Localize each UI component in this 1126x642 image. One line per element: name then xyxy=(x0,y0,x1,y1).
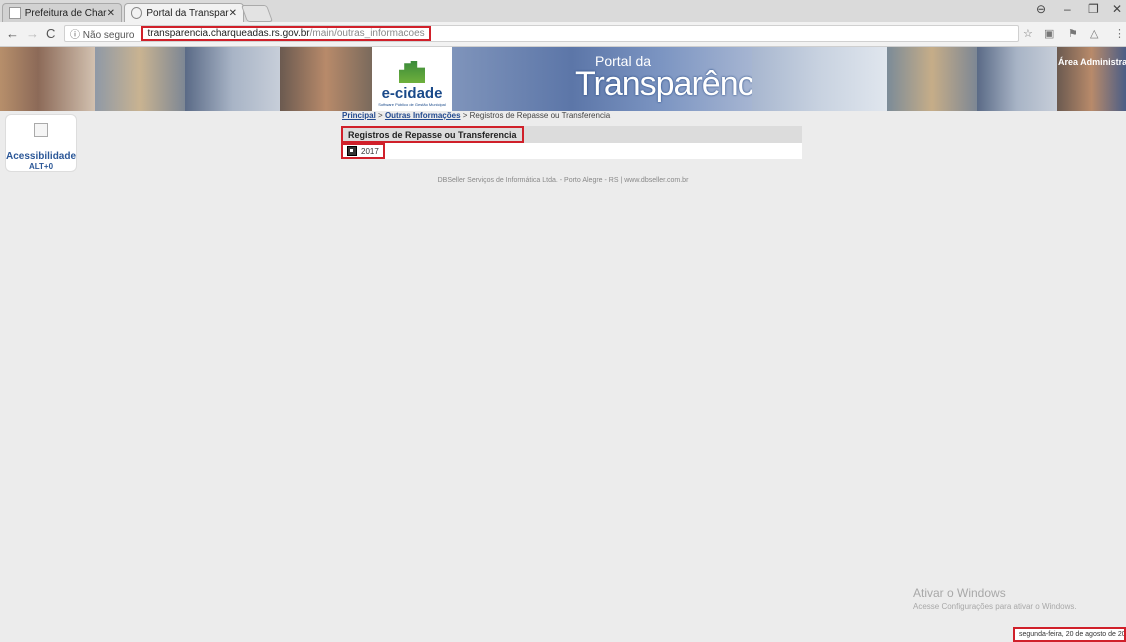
browser-toolbar: ← → C ⓘ Não seguro transparencia.charque… xyxy=(0,22,1126,47)
url-host: transparencia.charqueadas.rs.gov.br xyxy=(147,28,310,39)
ecidade-logo-subtitle: Software Público de Gestão Municipal xyxy=(378,102,446,107)
page-content: e-cidade Software Público de Gestão Muni… xyxy=(0,47,1126,642)
accessibility-label: Acessibilidade xyxy=(6,151,77,162)
watermark-subtitle: Acesse Configurações para ativar o Windo… xyxy=(913,602,1077,611)
tab-label: Prefeitura de Charqueada xyxy=(24,7,107,19)
breadcrumb-home-link[interactable]: Principal xyxy=(342,111,376,120)
minimize-icon[interactable]: – xyxy=(1064,2,1071,16)
reload-icon[interactable]: C xyxy=(46,26,55,41)
security-indicator[interactable]: ⓘ Não seguro xyxy=(65,26,139,41)
folder-icon xyxy=(347,146,357,156)
flag-icon[interactable]: ⚑ xyxy=(1068,27,1078,40)
portal-title-big: Transparência xyxy=(575,65,779,103)
accessibility-widget[interactable]: Acessibilidade ALT+0 xyxy=(5,114,77,172)
tab-portal[interactable]: Portal da Transparência ✕ xyxy=(124,3,244,22)
url-path: /main/outras_informacoes xyxy=(309,28,425,39)
section-title: Registros de Repasse ou Transferencia xyxy=(341,126,524,143)
admin-area-link[interactable]: Área Administrativa xyxy=(1058,57,1126,67)
breadcrumb-separator: > xyxy=(378,111,383,120)
extension-icon[interactable]: ▣ xyxy=(1044,27,1054,40)
footer: DBSeller Serviços de Informática Ltda. -… xyxy=(437,177,689,184)
banner-photo xyxy=(752,47,887,111)
address-bar[interactable]: ⓘ Não seguro transparencia.charqueadas.r… xyxy=(64,25,1019,42)
year-list: 2017 xyxy=(341,143,802,159)
section-header: Registros de Repasse ou Transferencia xyxy=(341,126,802,143)
extension-icon[interactable]: △ xyxy=(1090,27,1098,40)
date-display: segunda-feira, 20 de agosto de 20 xyxy=(1013,627,1126,642)
year-label: 2017 xyxy=(361,146,379,156)
url-highlight[interactable]: transparencia.charqueadas.rs.gov.br/main… xyxy=(141,26,431,41)
globe-icon xyxy=(131,7,143,19)
maximize-icon[interactable]: ❐ xyxy=(1088,2,1099,16)
close-icon[interactable]: ✕ xyxy=(229,8,237,19)
breadcrumb-current: Registros de Repasse ou Transferencia xyxy=(469,111,611,120)
windows-activation-watermark: Ativar o Windows Acesse Configurações pa… xyxy=(913,586,1077,611)
watermark-title: Ativar o Windows xyxy=(913,586,1006,600)
tab-label: Portal da Transparência xyxy=(146,7,229,19)
broken-image-icon xyxy=(34,123,48,137)
banner-photo xyxy=(977,47,1057,111)
tab-prefeitura[interactable]: Prefeitura de Charqueada ✕ xyxy=(2,3,122,22)
new-tab-button[interactable] xyxy=(240,5,274,22)
banner-photo xyxy=(95,47,185,111)
breadcrumb: Principal > Outras Informações > Registr… xyxy=(342,111,610,120)
year-item-2017[interactable]: 2017 xyxy=(341,143,385,159)
banner-photo xyxy=(0,47,95,111)
city-skyline-icon xyxy=(399,61,425,83)
forward-icon[interactable]: → xyxy=(26,26,39,41)
banner: e-cidade Software Público de Gestão Muni… xyxy=(0,47,1126,111)
close-icon[interactable]: ✕ xyxy=(107,8,115,19)
menu-icon[interactable]: ⋮ xyxy=(1114,27,1125,40)
breadcrumb-section-link[interactable]: Outras Informações xyxy=(385,111,461,120)
accessibility-shortcut: ALT+0 xyxy=(28,162,54,171)
security-label: Não seguro xyxy=(82,30,135,41)
close-window-icon[interactable]: ✕ xyxy=(1112,2,1122,16)
banner-photo xyxy=(185,47,280,111)
breadcrumb-separator: > xyxy=(462,111,468,120)
profile-icon[interactable]: ⊖ xyxy=(1036,2,1046,16)
star-icon[interactable]: ☆ xyxy=(1023,27,1033,40)
back-icon[interactable]: ← xyxy=(6,26,19,41)
page-icon xyxy=(9,7,21,19)
banner-photo xyxy=(887,47,977,111)
browser-tabstrip: Prefeitura de Charqueada ✕ Portal da Tra… xyxy=(0,0,1126,22)
banner-photo xyxy=(280,47,372,111)
ecidade-logo-text: e-cidade xyxy=(381,85,443,102)
ecidade-logo: e-cidade Software Público de Gestão Muni… xyxy=(372,47,452,111)
